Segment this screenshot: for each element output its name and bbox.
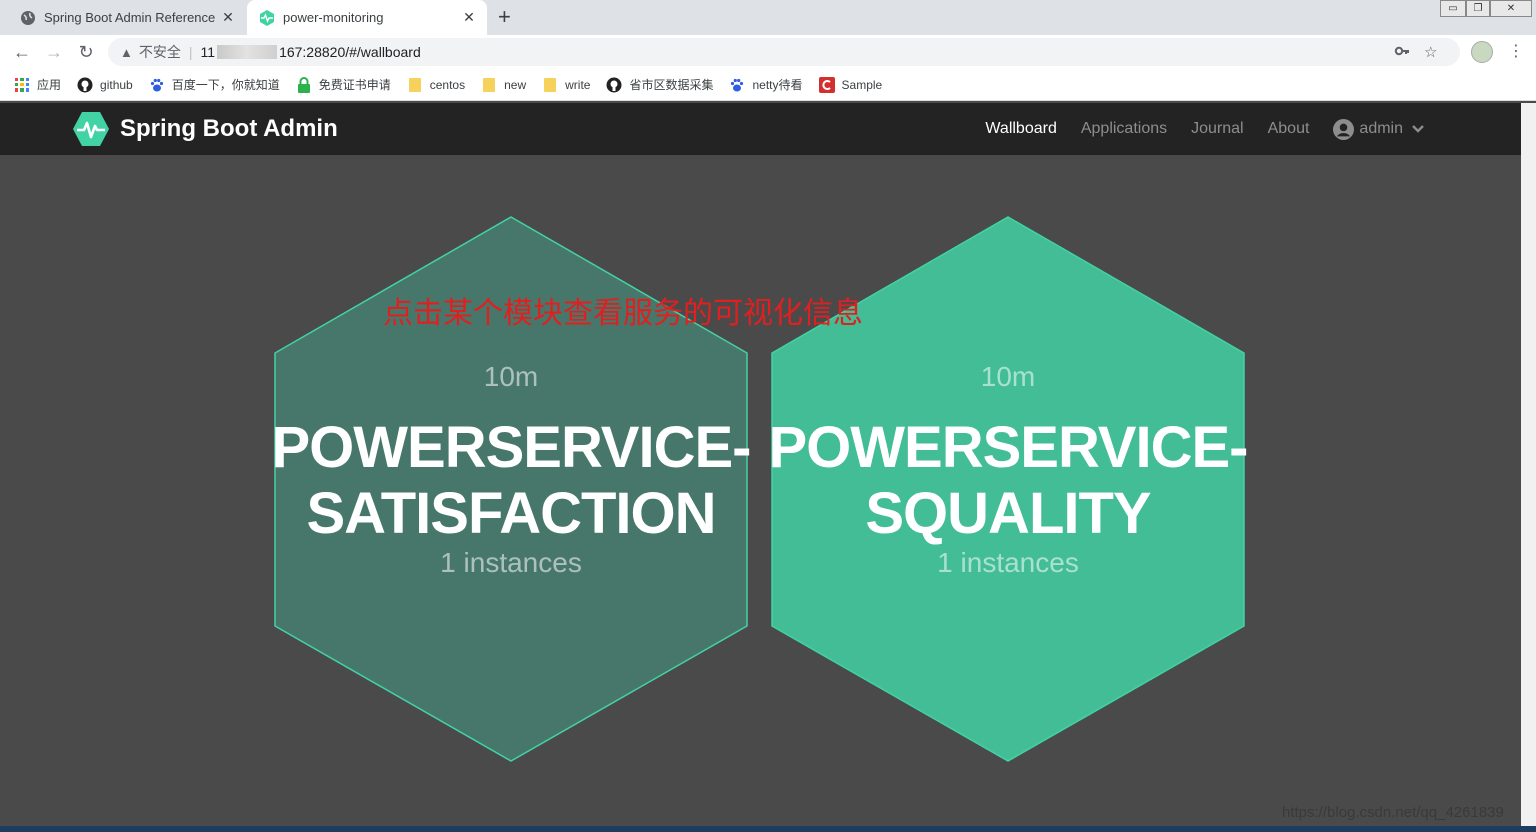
app-instance-count: 1 instances	[440, 547, 582, 578]
annotation-text: 点击某个模块查看服务的可视化信息	[383, 297, 863, 330]
new-tab-button[interactable]: +	[498, 5, 511, 29]
tab-label: Spring Boot Admin Reference	[44, 10, 216, 25]
baidu-paw-icon	[729, 77, 745, 93]
baidu-paw-icon	[149, 77, 165, 93]
bookmark-region-data[interactable]: 省市区数据采集	[606, 76, 713, 93]
bookmark-netty[interactable]: netty待看	[729, 76, 803, 93]
nav-wallboard[interactable]: Wallboard	[985, 120, 1056, 138]
bookmark-github[interactable]: github	[77, 77, 133, 93]
close-icon[interactable]: ✕	[461, 9, 477, 26]
globe-icon	[20, 10, 36, 26]
warning-icon: ▲	[120, 44, 133, 60]
spring-boot-admin-icon	[259, 9, 275, 26]
browser-toolbar: ← → ↻ ▲ 不安全 | 11 167:28820/#/wallboard ☆…	[0, 35, 1536, 69]
github-icon	[606, 77, 622, 93]
c-logo-icon	[818, 76, 835, 93]
bookmark-apps[interactable]: 应用	[14, 76, 61, 93]
nav-about[interactable]: About	[1268, 120, 1310, 138]
minimize-button[interactable]: ▭	[1440, 0, 1466, 17]
bookmark-label: centos	[429, 77, 466, 92]
app-uptime: 10m	[980, 361, 1036, 392]
wallboard: 10m POWERSERVICE- SATISFACTION 1 instanc…	[0, 155, 1521, 827]
folder-icon	[481, 77, 497, 93]
watermark: https://blog.csdn.net/qq_4261839	[1282, 804, 1504, 821]
folder-icon	[542, 77, 558, 93]
chevron-down-icon	[1412, 125, 1424, 133]
app-navbar: Spring Boot Admin Wallboard Applications…	[0, 103, 1521, 155]
user-menu[interactable]: admin	[1333, 118, 1425, 140]
more-menu-icon[interactable]: ⋮	[1508, 41, 1524, 61]
application-card-squality[interactable]: 10m POWERSERVICE- SQUALITY 1 instances	[768, 361, 1248, 579]
url-prefix: 11	[200, 44, 216, 60]
key-icon[interactable]	[1394, 43, 1410, 63]
brand-title: Spring Boot Admin	[120, 115, 338, 142]
username: admin	[1359, 120, 1403, 137]
url-suffix: 167:28820/#/wallboard	[279, 44, 421, 60]
nav-applications[interactable]: Applications	[1081, 120, 1167, 138]
app-name-line-1: POWERSERVICE-	[271, 415, 751, 480]
bookmarks-bar: 应用 github 百度一下，你就知道 免费证书申请 centos new wr…	[0, 69, 1536, 101]
browser-tab-strip: Spring Boot Admin Reference ✕ power-moni…	[0, 0, 1536, 35]
app-name-line-1: POWERSERVICE-	[768, 415, 1248, 480]
bookmark-sample[interactable]: Sample	[818, 76, 883, 93]
bookmark-label: Sample	[841, 77, 883, 92]
bookmark-new[interactable]: new	[481, 77, 526, 93]
bookmark-label: 应用	[37, 78, 62, 92]
bookmark-label: github	[100, 77, 133, 92]
bookmark-label: 免费证书申请	[318, 78, 391, 92]
bookmark-label: 省市区数据采集	[629, 78, 714, 92]
tab-label: power-monitoring	[283, 10, 384, 25]
bookmark-baidu[interactable]: 百度一下，你就知道	[149, 76, 280, 93]
tab-spring-boot-admin-reference[interactable]: Spring Boot Admin Reference ✕	[10, 0, 246, 35]
vertical-scrollbar[interactable]	[1521, 103, 1536, 827]
app-uptime: 10m	[483, 361, 539, 392]
app-name-line-2: SQUALITY	[865, 481, 1151, 546]
app-instance-count: 1 instances	[937, 547, 1079, 578]
brand-link[interactable]: Spring Boot Admin	[72, 111, 338, 147]
bookmark-centos[interactable]: centos	[407, 77, 465, 93]
tab-power-monitoring[interactable]: power-monitoring ✕	[247, 0, 487, 35]
os-taskbar	[0, 826, 1536, 832]
forward-arrow-icon[interactable]: →	[43, 41, 65, 63]
profile-avatar[interactable]	[1471, 41, 1493, 63]
bookmark-label: 百度一下，你就知道	[171, 78, 280, 92]
spring-boot-admin-logo-icon	[73, 112, 109, 146]
bookmark-label: netty待看	[752, 78, 803, 92]
star-icon[interactable]: ☆	[1424, 43, 1437, 61]
bookmark-write[interactable]: write	[542, 77, 590, 93]
application-card-satisfaction[interactable]: 10m POWERSERVICE- SATISFACTION 1 instanc…	[271, 361, 751, 579]
nav-journal[interactable]: Journal	[1191, 120, 1243, 138]
address-bar[interactable]: ▲ 不安全 | 11 167:28820/#/wallboard ☆	[108, 38, 1460, 66]
blurred-url-segment	[217, 45, 278, 59]
main-nav: Wallboard Applications Journal About adm…	[961, 103, 1425, 155]
separator: |	[188, 44, 193, 60]
bookmark-free-certificate[interactable]: 免费证书申请	[296, 76, 391, 93]
restore-button[interactable]: ❐	[1466, 0, 1490, 17]
reload-icon[interactable]: ↻	[75, 41, 97, 63]
close-window-button[interactable]: ✕	[1490, 0, 1532, 17]
folder-icon	[407, 77, 423, 93]
close-icon[interactable]: ✕	[220, 9, 236, 26]
lock-icon	[296, 76, 312, 93]
security-label: 不安全	[138, 44, 181, 60]
github-icon	[77, 77, 93, 93]
user-circle-icon	[1333, 118, 1355, 140]
bookmark-label: new	[504, 77, 527, 92]
back-arrow-icon[interactable]: ←	[11, 41, 33, 63]
apps-grid-icon	[14, 77, 30, 93]
wallboard-hex-grid	[274, 216, 1245, 762]
bookmark-label: write	[565, 77, 591, 92]
app-name-line-2: SATISFACTION	[306, 481, 716, 546]
